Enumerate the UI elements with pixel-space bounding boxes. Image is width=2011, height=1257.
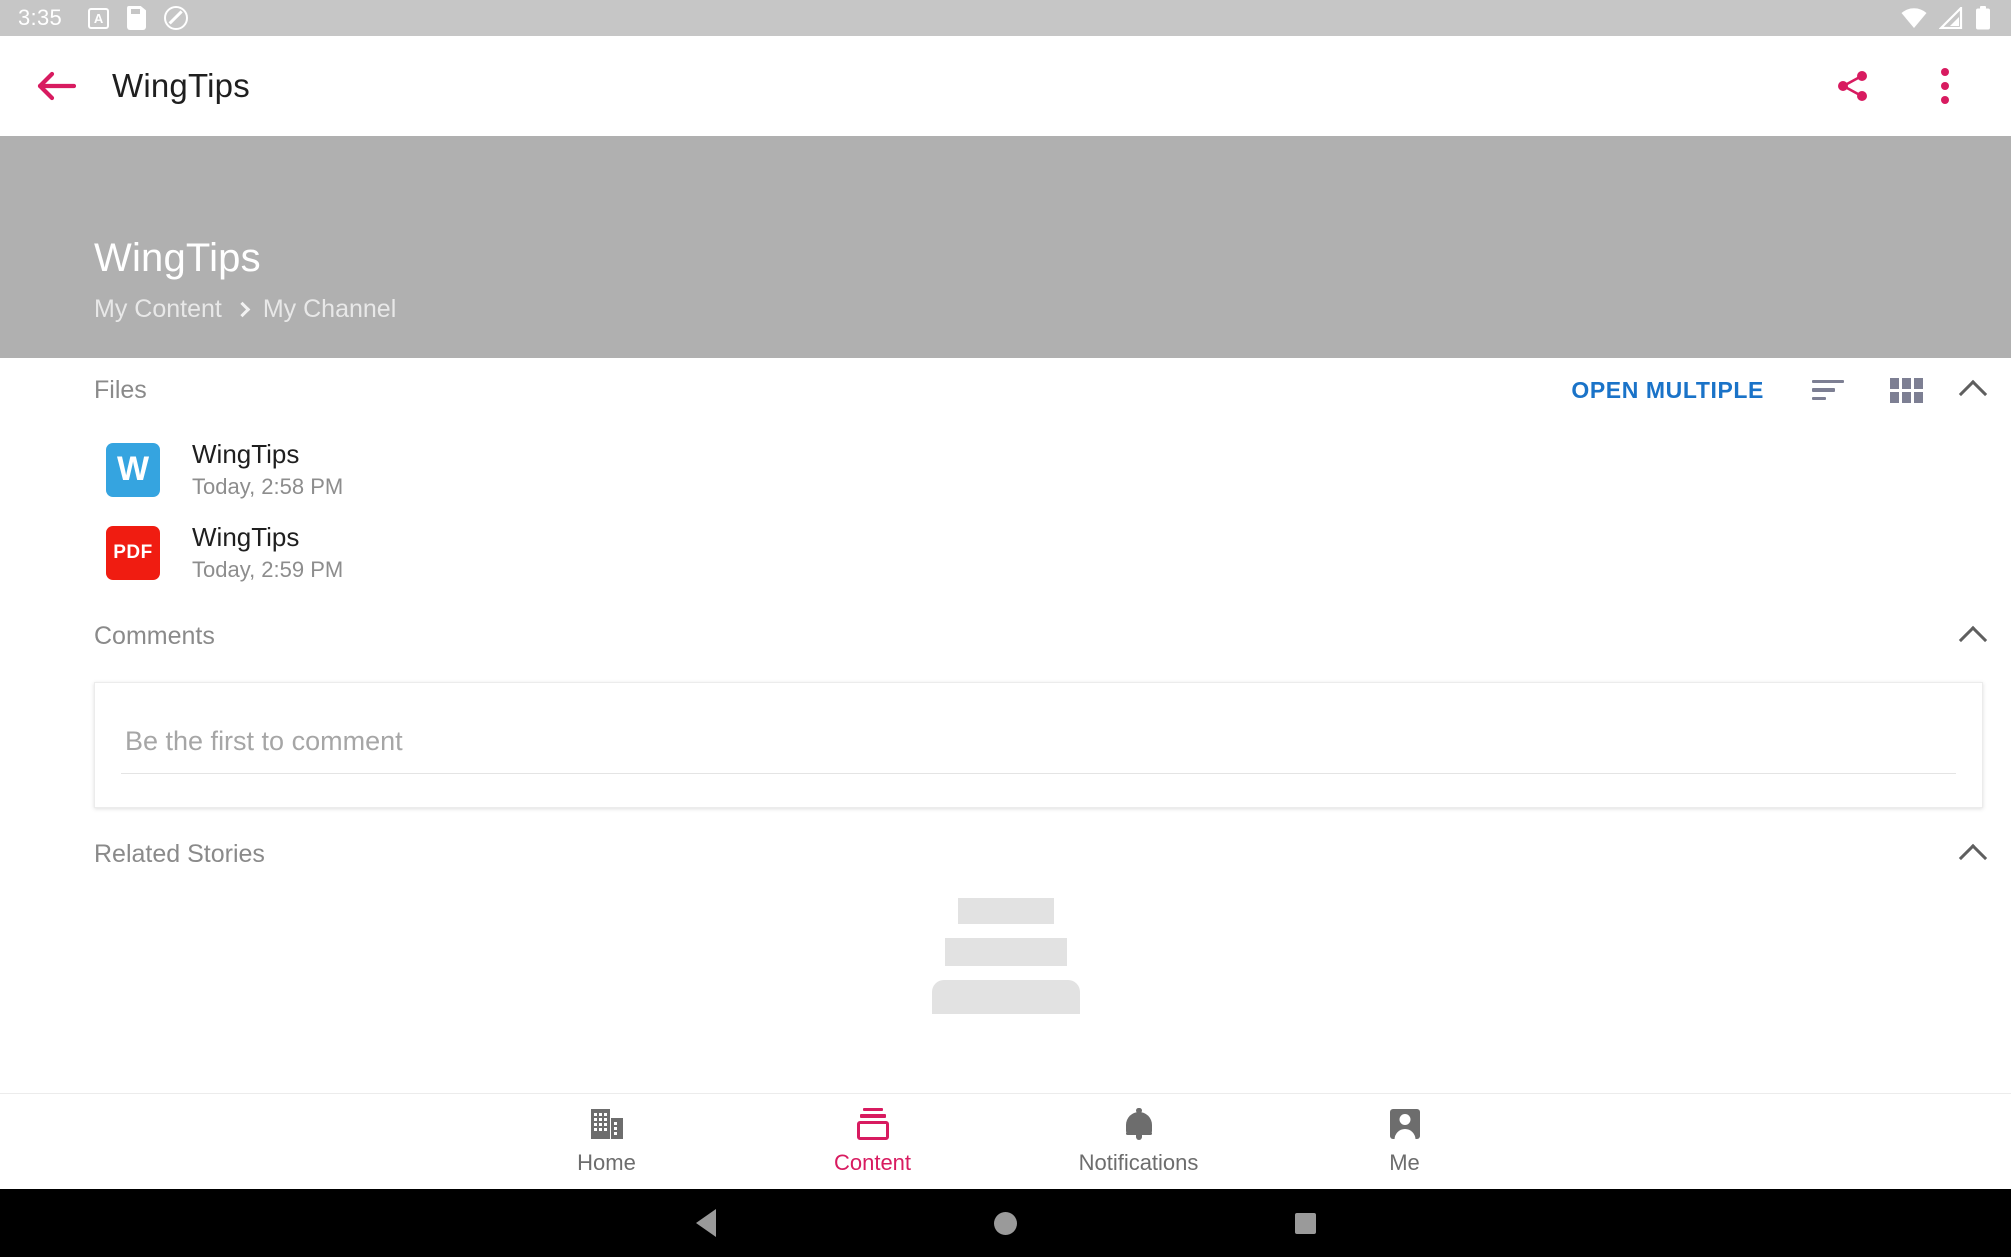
share-button[interactable] <box>1829 62 1877 110</box>
comments-collapse-chevron-up-icon[interactable] <box>1958 625 1988 655</box>
nav-item-content[interactable]: Content <box>740 1107 1006 1176</box>
android-back-button[interactable] <box>556 1209 856 1237</box>
skeleton-bar <box>944 938 1067 966</box>
nav-label-content: Content <box>833 1150 912 1175</box>
do-not-disturb-icon <box>164 6 189 30</box>
nav-item-home[interactable]: Home <box>474 1107 740 1176</box>
files-section-title: Files <box>94 375 147 404</box>
alarm-a-icon: A <box>88 7 110 29</box>
back-button[interactable] <box>28 58 84 114</box>
android-back-icon <box>695 1209 716 1237</box>
comment-card <box>94 682 1983 808</box>
android-recents-icon <box>1295 1212 1316 1234</box>
hero-banner: WingTips My Content My Channel <box>0 136 2011 358</box>
person-icon <box>1389 1107 1420 1141</box>
related-stories-section-actions <box>1958 840 1988 873</box>
more-vertical-icon <box>1941 68 1949 104</box>
nav-label-me: Me <box>1389 1150 1420 1175</box>
nav-label-notifications: Notifications <box>1078 1150 1199 1175</box>
hero-title: WingTips <box>94 236 261 280</box>
breadcrumb-current[interactable]: My Channel <box>263 295 396 324</box>
app-screen: 3:35 A WingTips WingTips My Content My C… <box>0 0 2011 1257</box>
content-layers-icon <box>856 1107 890 1141</box>
related-stories-section-header: Related Stories <box>0 822 2011 886</box>
file-date: Today, 2:59 PM <box>192 557 344 582</box>
overflow-menu-button[interactable] <box>1921 62 1969 110</box>
wifi-icon <box>1901 8 1927 28</box>
skeleton-bar <box>957 898 1054 924</box>
files-section-header: Files OPEN MULTIPLE <box>0 358 2011 422</box>
android-recents-button[interactable] <box>1156 1212 1456 1234</box>
status-right-icons <box>1901 6 1991 30</box>
main-content: Files OPEN MULTIPLE W WingTips Today, 2:… <box>0 358 2011 1093</box>
file-name: WingTips <box>192 439 300 469</box>
battery-icon <box>1976 6 1990 30</box>
table-row[interactable]: W WingTips Today, 2:58 PM <box>0 428 2011 511</box>
share-icon <box>1838 71 1867 101</box>
bell-icon <box>1125 1107 1153 1141</box>
status-left-icons: A <box>88 6 189 30</box>
table-row[interactable]: PDF WingTips Today, 2:59 PM <box>0 511 2011 594</box>
bottom-navigation: Home Content Notifications Me <box>0 1093 2011 1189</box>
related-collapse-chevron-up-icon[interactable] <box>1958 843 1988 873</box>
comment-input[interactable] <box>121 716 1956 774</box>
sort-icon[interactable] <box>1806 372 1850 408</box>
back-arrow-icon <box>37 71 76 101</box>
nav-label-home: Home <box>577 1150 636 1175</box>
status-clock: 3:35 <box>18 5 63 30</box>
pdf-file-icon: PDF <box>106 525 160 580</box>
nav-item-notifications[interactable]: Notifications <box>1006 1107 1272 1176</box>
open-multiple-button[interactable]: OPEN MULTIPLE <box>1563 371 1772 410</box>
android-home-button[interactable] <box>856 1211 1156 1235</box>
app-bar-actions <box>1829 62 1985 110</box>
breadcrumb-parent[interactable]: My Content <box>94 295 222 324</box>
android-system-navbar <box>0 1189 2011 1257</box>
nav-item-me[interactable]: Me <box>1272 1107 1538 1176</box>
file-date: Today, 2:58 PM <box>192 474 344 499</box>
word-file-icon: W <box>106 442 160 497</box>
files-collapse-chevron-up-icon[interactable] <box>1958 379 1988 409</box>
comments-section-actions <box>1958 622 1988 655</box>
file-meta: WingTips Today, 2:59 PM <box>192 522 343 583</box>
grid-view-icon[interactable] <box>1884 372 1929 409</box>
files-section-actions: OPEN MULTIPLE <box>1563 371 1988 410</box>
chevron-right-icon <box>234 301 251 318</box>
android-status-bar: 3:35 A <box>0 0 2011 36</box>
android-home-icon <box>994 1211 1017 1235</box>
sdcard-icon <box>127 6 147 30</box>
skeleton-bar <box>931 980 1080 1014</box>
app-bar: WingTips <box>0 36 2011 136</box>
skeleton-loading-placeholder <box>0 886 2011 1014</box>
page-title: WingTips <box>112 67 250 104</box>
cellular-signal-icon <box>1939 7 1963 29</box>
comments-section-title: Comments <box>94 621 215 650</box>
file-list: W WingTips Today, 2:58 PM PDF WingTips T… <box>0 422 2011 604</box>
breadcrumb: My Content My Channel <box>94 295 2011 324</box>
comments-section-header: Comments <box>0 604 2011 668</box>
related-stories-section-title: Related Stories <box>94 839 265 868</box>
file-meta: WingTips Today, 2:58 PM <box>192 439 343 500</box>
building-icon <box>590 1107 623 1141</box>
file-name: WingTips <box>192 522 300 552</box>
